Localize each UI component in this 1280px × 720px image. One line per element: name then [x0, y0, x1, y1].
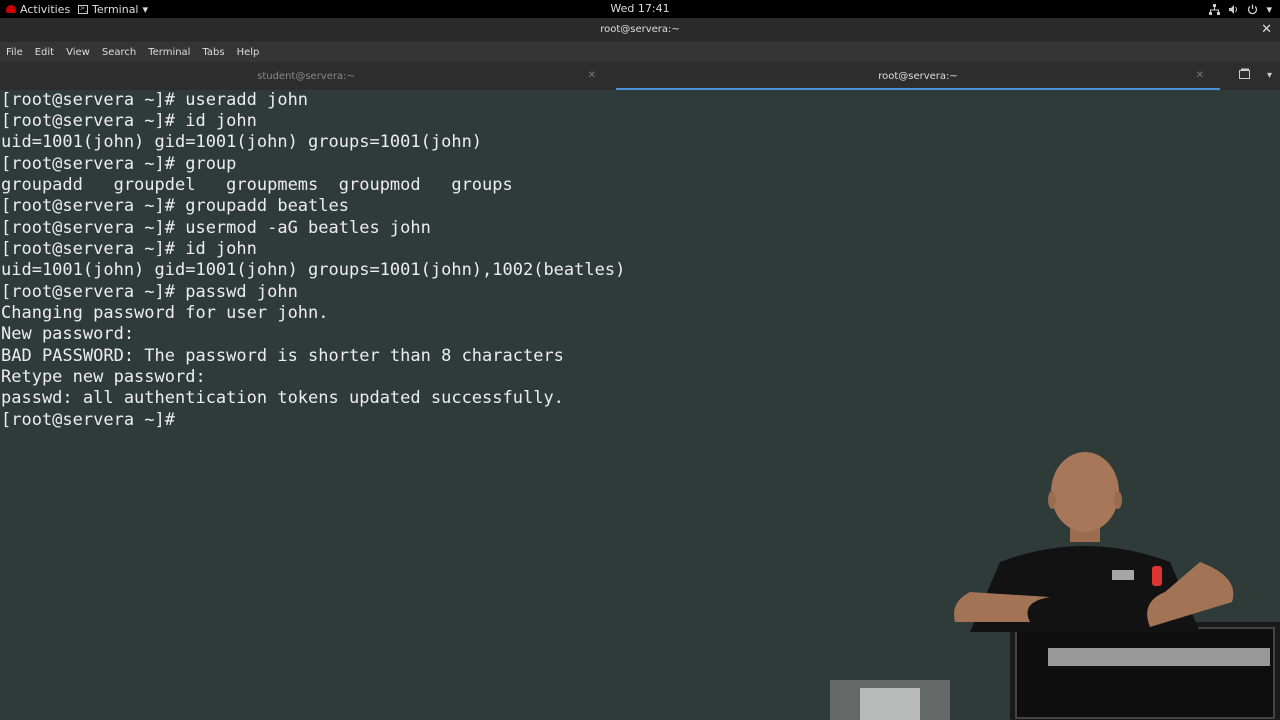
terminal-line: uid=1001(john) gid=1001(john) groups=100…: [1, 260, 626, 280]
menu-terminal[interactable]: Terminal: [148, 47, 190, 58]
terminal-line: [root@servera ~]# group: [1, 154, 237, 174]
tab-label: student@servera:~: [257, 70, 355, 82]
close-icon[interactable]: ✕: [1261, 22, 1272, 37]
terminal-line: [root@servera ~]# id john: [1, 111, 257, 131]
menu-file[interactable]: File: [6, 47, 23, 58]
activities-label: Activities: [20, 2, 71, 16]
tab-bar: student@servera:~ ✕ root@servera:~ ✕ ▾: [0, 62, 1280, 90]
terminal-line: [root@servera ~]# usermod -aG beatles jo…: [1, 218, 431, 238]
menu-bar: File Edit View Search Terminal Tabs Help: [0, 42, 1280, 62]
new-tab-icon[interactable]: [1238, 68, 1251, 82]
tab-actions: ▾: [1238, 68, 1272, 82]
menu-edit[interactable]: Edit: [35, 47, 54, 58]
menu-help[interactable]: Help: [237, 47, 260, 58]
terminal-line: New password:: [1, 324, 135, 344]
power-icon[interactable]: [1247, 4, 1258, 15]
menu-tabs[interactable]: Tabs: [202, 47, 224, 58]
terminal-line: [root@servera ~]# id john: [1, 239, 257, 259]
terminal-line: uid=1001(john) gid=1001(john) groups=100…: [1, 132, 483, 152]
close-icon[interactable]: ✕: [1196, 70, 1204, 81]
terminal-line: Changing password for user john.: [1, 303, 329, 323]
volume-icon[interactable]: [1228, 4, 1239, 15]
chevron-down-icon: ▾: [142, 2, 149, 16]
menu-search[interactable]: Search: [102, 47, 136, 58]
terminal-line: [root@servera ~]# passwd john: [1, 282, 298, 302]
terminal-line: groupadd groupdel groupmems groupmod gro…: [1, 175, 513, 195]
close-icon[interactable]: ✕: [588, 70, 596, 81]
app-menu-label: Terminal: [92, 2, 139, 16]
clock[interactable]: Wed 17:41: [0, 2, 1280, 15]
terminal-line: Retype new password:: [1, 367, 206, 387]
network-icon[interactable]: [1209, 3, 1221, 15]
tab-root[interactable]: root@servera:~ ✕: [616, 62, 1220, 90]
chevron-down-icon[interactable]: ▾: [1267, 70, 1272, 81]
terminal-prompt[interactable]: [root@servera ~]#: [1, 410, 185, 431]
activities-button[interactable]: Activities: [6, 0, 70, 18]
redhat-icon: [6, 5, 16, 13]
terminal-line: passwd: all authentication tokens update…: [1, 388, 564, 408]
terminal-line: [root@servera ~]# useradd john: [1, 90, 309, 110]
chevron-down-icon: ▾: [1266, 2, 1272, 16]
menu-view[interactable]: View: [66, 47, 90, 58]
terminal-line: BAD PASSWORD: The password is shorter th…: [1, 346, 564, 366]
app-menu-button[interactable]: >_ Terminal ▾: [78, 0, 148, 18]
top-bar: Activities >_ Terminal ▾ Wed 17:41 ▾: [0, 0, 1280, 18]
window-title: root@servera:~: [600, 24, 680, 35]
presenter-video-overlay: [830, 452, 1280, 720]
window-title-bar[interactable]: root@servera:~ ✕: [0, 18, 1280, 42]
system-tray[interactable]: ▾: [1209, 0, 1272, 18]
terminal-line: [root@servera ~]# groupadd beatles: [1, 196, 349, 216]
tab-student[interactable]: student@servera:~ ✕: [0, 62, 612, 90]
tab-label: root@servera:~: [878, 70, 958, 82]
terminal-icon: >_: [78, 4, 89, 14]
